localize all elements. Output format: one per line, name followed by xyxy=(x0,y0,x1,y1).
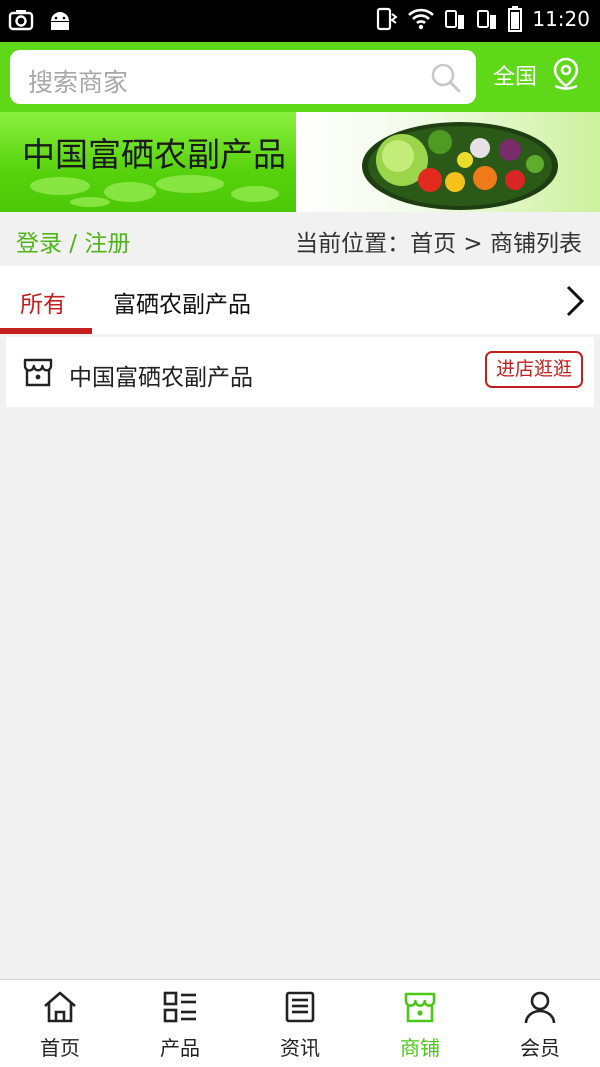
tab-news[interactable]: 资讯 xyxy=(240,980,360,1067)
tab-products[interactable]: 产品 xyxy=(120,980,240,1067)
shop-name: 中国富硒农副产品 xyxy=(69,365,253,391)
breadcrumb-row: 登录 / 注册 当前位置：首页 > 商铺列表 xyxy=(0,212,600,266)
battery-icon xyxy=(508,6,523,32)
vegetables-plate-image xyxy=(362,122,558,210)
vibrate-icon xyxy=(377,7,399,31)
sim1-signal-icon xyxy=(445,10,465,29)
search-input[interactable]: 搜索商家 xyxy=(10,50,476,104)
search-icon[interactable] xyxy=(430,62,462,94)
login-register-link[interactable]: 登录 / 注册 xyxy=(16,224,130,258)
wifi-icon xyxy=(408,8,435,30)
visit-store-button[interactable]: 进店逛逛 xyxy=(485,351,583,388)
list-item[interactable]: 中国富硒农副产品 进店逛逛 xyxy=(6,337,594,407)
tab-home[interactable]: 首页 xyxy=(0,980,120,1067)
breadcrumb: 当前位置：首页 > 商铺列表 xyxy=(295,231,582,257)
clock: 11:20 xyxy=(532,7,590,31)
tab-selenium-products[interactable]: 富硒农副产品 xyxy=(113,285,251,319)
tab-label: 会员 xyxy=(520,1036,560,1060)
grid-list-icon xyxy=(163,991,196,1023)
sim2-signal-icon xyxy=(477,10,497,29)
search-placeholder: 搜索商家 xyxy=(28,68,129,97)
home-icon xyxy=(44,991,76,1023)
tab-label: 资讯 xyxy=(280,1036,320,1060)
store-icon xyxy=(23,358,53,387)
world-map-graphic xyxy=(30,175,279,207)
screenshot-icon xyxy=(8,10,34,31)
store-icon xyxy=(404,992,436,1023)
bottom-tab-bar: 首页 产品 资讯 商铺 会员 xyxy=(0,979,600,1067)
tab-label: 首页 xyxy=(40,1036,80,1060)
tab-all[interactable]: 所有 xyxy=(20,285,66,319)
location-pin-icon[interactable] xyxy=(550,56,582,92)
tab-member[interactable]: 会员 xyxy=(480,980,600,1067)
banner: 中国富硒农副产品 xyxy=(0,112,600,212)
category-tabs: 所有 富硒农副产品 xyxy=(0,266,600,334)
tab-label: 产品 xyxy=(160,1036,200,1060)
banner-title: 中国富硒农副产品 xyxy=(22,135,286,174)
news-icon xyxy=(285,991,315,1023)
header: 搜索商家 全国 xyxy=(0,42,600,112)
android-icon xyxy=(51,12,69,30)
region-selector[interactable]: 全国 xyxy=(493,59,537,91)
chevron-right-icon[interactable] xyxy=(562,284,588,318)
status-bar: 11:20 xyxy=(0,0,600,42)
user-icon xyxy=(524,991,556,1024)
active-tab-indicator xyxy=(0,328,92,334)
tab-label: 商铺 xyxy=(400,1036,440,1060)
tab-stores[interactable]: 商铺 xyxy=(360,980,480,1067)
